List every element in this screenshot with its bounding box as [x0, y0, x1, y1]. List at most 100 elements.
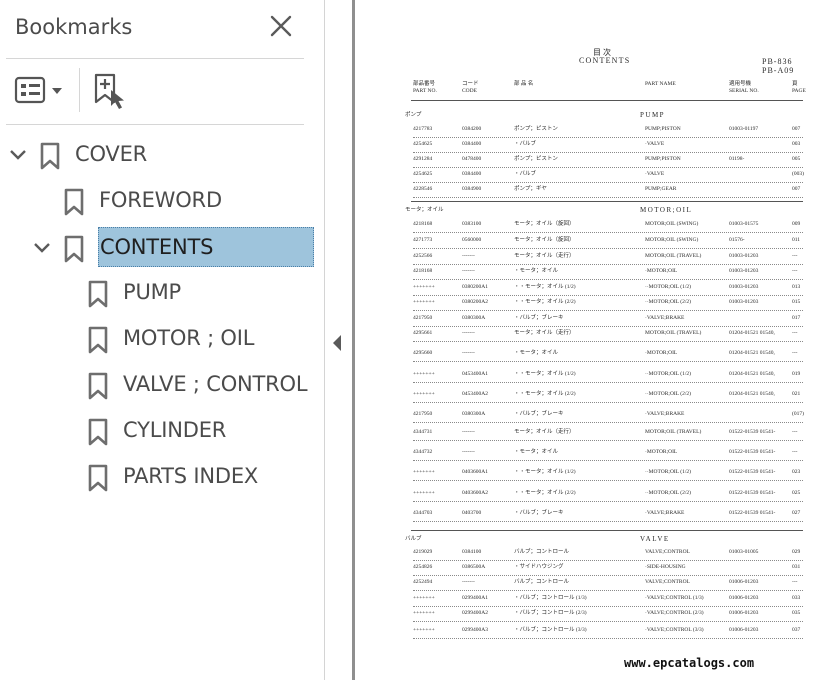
name-jp-cell: バルブ；コントロール [514, 549, 570, 555]
part-no-cell: +++++++ [413, 610, 435, 616]
code-cell: 0384200 [462, 126, 482, 132]
name-jp-cell: ・・モータ；オイル (1/2) [514, 469, 576, 475]
page-cell: 013 [792, 284, 801, 290]
new-bookmark-icon [93, 73, 129, 114]
name-jp-cell: モータ；オイル（旋回） [514, 221, 575, 227]
page-cell: 021 [792, 391, 801, 397]
bookmark-label: CONTENTS [100, 235, 214, 259]
bookmark-icon [88, 464, 108, 492]
part-name-cell: PUMP;PISTON [645, 156, 681, 162]
bookmarks-panel: Bookmarks COVER FOREWORD CONTENTS PUMP M… [0, 0, 325, 680]
section-rule [411, 201, 803, 202]
row-rule [413, 279, 803, 280]
table-row: +++++++ 0380200A1 ・・モータ；オイル (1/2) ··MOTOR;O… [413, 284, 803, 296]
name-jp-cell: ・・モータ；オイル (1/2) [514, 371, 576, 377]
new-bookmark-button[interactable] [93, 72, 129, 110]
part-no-cell: 4252566 [413, 253, 433, 259]
bookmark-item-cover[interactable]: COVER [0, 134, 320, 174]
part-name-cell: ··MOTOR;OIL (2/2) [645, 490, 691, 496]
page-cell: 005 [792, 156, 801, 162]
part-name-cell: PUMP;GEAR [645, 186, 677, 192]
serial-cell: 01006-01203 [729, 595, 759, 601]
section-title-japanese: モータ；オイル [405, 207, 444, 213]
part-name-cell: ··MOTOR;OIL (2/2) [645, 299, 691, 305]
part-no-cell: 4271773 [413, 237, 433, 243]
row-rule [413, 341, 803, 342]
bookmark-options-button[interactable] [14, 74, 68, 108]
name-jp-cell: ・サイドハウジング [514, 564, 564, 570]
table-row: +++++++ 0403600A1 ・・モータ；オイル (1/2) ··MOTOR;O… [413, 469, 803, 481]
page-cell: 017 [792, 315, 801, 321]
page-cell: --- [792, 268, 798, 274]
name-jp-cell: ・・モータ；オイル (2/2) [514, 391, 576, 397]
part-name-cell: ·MOTOR;OIL [645, 449, 678, 455]
serial-cell: 01198- [729, 156, 745, 162]
bookmark-item-pump[interactable]: PUMP [0, 272, 320, 312]
chevron-down-icon[interactable] [8, 148, 28, 162]
bookmark-item-motor-oil[interactable]: MOTOR ; OIL [0, 318, 320, 358]
chevron-down-icon[interactable] [32, 241, 52, 255]
code-cell: 0380200A1 [462, 284, 488, 290]
bookmark-item-contents[interactable]: CONTENTS [0, 227, 320, 267]
table-row: 4254826 0386500A ・サイドハウジング ·SIDE-HOUSING 031 [413, 564, 803, 576]
part-no-cell: +++++++ [413, 391, 435, 397]
serial-cell: 01003-01203 [729, 268, 759, 274]
header-serial: 適用号機 SERIAL NO. [729, 81, 759, 94]
row-rule [413, 264, 803, 265]
bookmark-icon [40, 142, 60, 170]
bookmark-label: PUMP [123, 280, 182, 304]
code-cell: 0453400A1 [462, 371, 488, 377]
code-cell: 0453400A2 [462, 391, 488, 397]
table-row: +++++++ 0299400A1 ・バルブ；コントロール (1/3) ·VALVE;… [413, 595, 803, 607]
row-rule [413, 501, 803, 502]
row-rule [413, 560, 803, 561]
bookmark-item-foreword[interactable]: FOREWORD [0, 180, 320, 220]
code-cell: 0380200A2 [462, 299, 488, 305]
bookmark-item-valve-control[interactable]: VALVE ; CONTROL [0, 364, 320, 404]
name-jp-cell: モータ；オイル（走行） [514, 429, 575, 435]
code-cell: 0403600A2 [462, 490, 488, 496]
bookmark-item-cylinder[interactable]: CYLINDER [0, 410, 320, 450]
bookmark-icon [88, 326, 108, 354]
panel-title: Bookmarks [15, 15, 133, 39]
close-icon[interactable] [268, 13, 294, 39]
serial-cell: 01204-01521 01540, [729, 391, 775, 397]
name-jp-cell: ・モータ；オイル [514, 268, 559, 274]
bookmark-item-parts-index[interactable]: PARTS INDEX [0, 456, 320, 496]
table-row: 4344703 0403700 ・バルブ；ブレーキ ·VALVE;BRAKE 01522… [413, 510, 803, 522]
code-cell: 0403700 [462, 510, 482, 516]
serial-cell: 01006-01203 [729, 627, 759, 633]
row-rule [413, 402, 803, 403]
part-no-cell: 4218168 [413, 221, 433, 227]
part-name-cell: ··MOTOR;OIL (1/2) [645, 371, 691, 377]
name-jp-cell: ・バルブ；コントロール (2/3) [514, 610, 587, 616]
divider [6, 58, 304, 59]
part-no-cell: +++++++ [413, 627, 435, 633]
name-jp-cell: モータ；オイル（旋回） [514, 237, 575, 243]
table-row: 4218168 0383100 モータ；オイル（旋回） MOTOR;OIL (SWIN… [413, 221, 803, 233]
header-name-jp: 部 品 名 [514, 81, 534, 87]
code-cell: 0560000 [462, 237, 482, 243]
code-cell: 0299400A3 [462, 627, 488, 633]
serial-cell: 01522-01539 01541- [729, 429, 776, 435]
part-name-cell: ··MOTOR;OIL (2/2) [645, 391, 691, 397]
serial-cell: 01522-01539 01541- [729, 449, 776, 455]
page-cell: (003) [792, 171, 804, 177]
part-name-cell: MOTOR;OIL (SWING) [645, 237, 699, 243]
table-row: 4219029 0384100 バルブ；コントロール VALVE;CONTROL 010… [413, 549, 803, 561]
row-rule [413, 167, 803, 168]
table-row: 4228546 0384900 ポンプ；ギヤ PUMP;GEAR 007 [413, 186, 803, 198]
name-jp-cell: ・・モータ；オイル (1/2) [514, 284, 576, 290]
serial-cell: 01576- [729, 237, 745, 243]
code-cell: 0384400 [462, 171, 482, 177]
part-name-cell: ·VALVE;CONTROL (2/3) [645, 610, 704, 616]
part-no-cell: +++++++ [413, 284, 435, 290]
header-rule [411, 100, 803, 101]
row-rule [413, 361, 803, 362]
part-no-cell: 4218168 [413, 268, 433, 274]
collapse-panel-icon[interactable] [330, 332, 344, 354]
row-rule [413, 480, 803, 481]
panel-splitter[interactable] [352, 0, 355, 680]
table-row: 4217950 0380300A ・バルブ；ブレーキ ·VALVE;BRAKE 017 [413, 315, 803, 327]
name-jp-cell: ・バルブ [514, 141, 537, 147]
